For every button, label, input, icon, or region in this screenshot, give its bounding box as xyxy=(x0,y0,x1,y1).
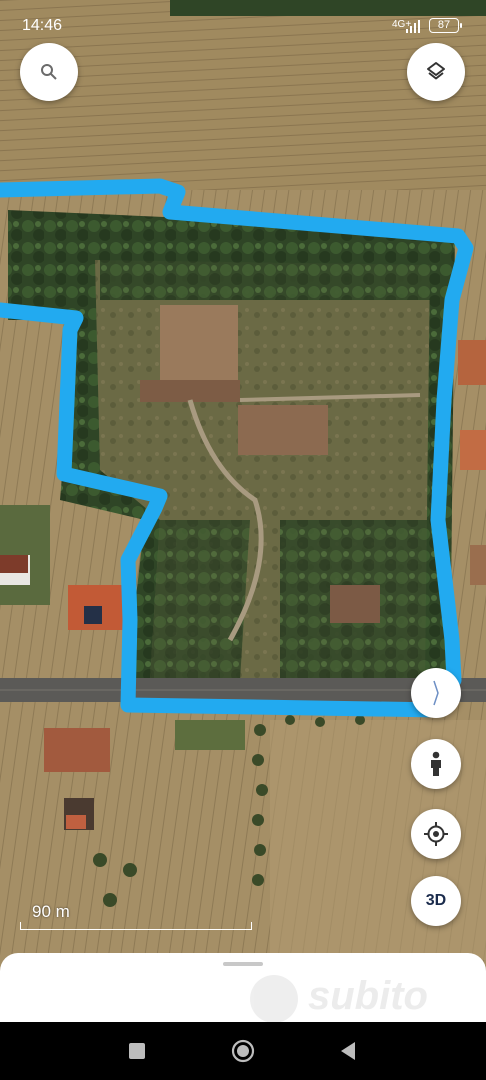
3d-label: 3D xyxy=(425,892,447,909)
watermark-text: subito xyxy=(308,974,428,1018)
my-location-icon xyxy=(424,822,448,846)
compass-needle-icon xyxy=(433,680,439,706)
sheet-drag-handle[interactable] xyxy=(223,962,263,966)
triangle-back-icon[interactable] xyxy=(336,1038,362,1064)
battery-level: 87 xyxy=(429,18,462,33)
compass-button[interactable] xyxy=(411,668,461,718)
watermark-logo-icon xyxy=(250,975,298,1023)
my-location-button[interactable] xyxy=(411,809,461,859)
search-icon xyxy=(41,64,57,80)
search-button[interactable] xyxy=(20,43,78,101)
satellite-map[interactable] xyxy=(0,0,486,1022)
status-bar: 14:46 4G+ 87 xyxy=(0,0,486,54)
signal-icon xyxy=(406,20,420,33)
3d-toggle-button[interactable]: 3D xyxy=(411,876,461,926)
circle-icon[interactable] xyxy=(230,1038,256,1064)
street-view-button[interactable] xyxy=(411,739,461,789)
person-icon xyxy=(431,751,441,776)
square-icon[interactable] xyxy=(124,1038,150,1064)
map-imagery xyxy=(0,0,486,1022)
scale-bar xyxy=(20,922,252,930)
map-scale: 90 m xyxy=(20,900,252,930)
scale-label: 90 m xyxy=(32,902,70,921)
layers-button[interactable] xyxy=(407,43,465,101)
status-time: 14:46 xyxy=(22,17,63,34)
system-nav-bar xyxy=(0,1022,486,1080)
layers-icon xyxy=(427,62,445,80)
watermark: subito xyxy=(250,972,460,1024)
